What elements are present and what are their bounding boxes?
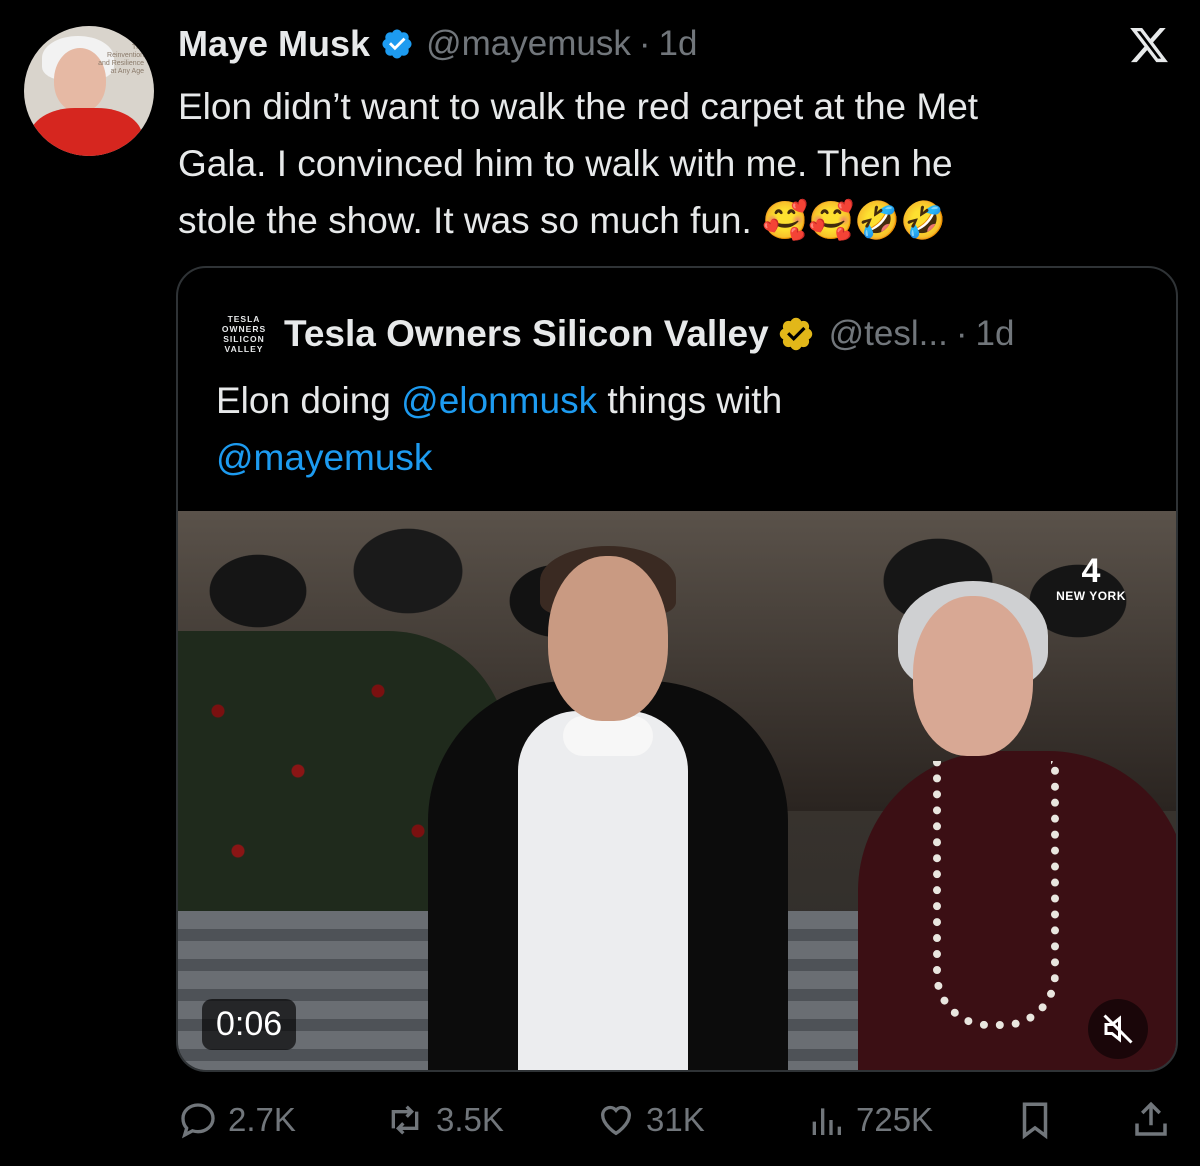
views-button[interactable]: 725K — [806, 1094, 933, 1146]
author-name[interactable]: Maye Musk — [178, 23, 370, 65]
channel-city: NEW YORK — [1056, 589, 1126, 603]
avatar-book-line: and Resilience — [98, 60, 144, 67]
x-logo-icon — [1130, 27, 1168, 63]
tweet-text: Elon didn’t want to walk the red carpet … — [178, 78, 1178, 249]
channel-watermark: 4 NEW YORK — [1046, 553, 1136, 609]
quoted-tweet-time[interactable]: 1d — [975, 314, 1014, 354]
author-handle[interactable]: @mayemusk — [426, 24, 631, 64]
tweet-header: Maye Musk @mayemusk · 1d — [178, 22, 697, 66]
reply-icon — [181, 1103, 215, 1139]
quoted-text-line-1: Elon doing @elonmusk things with — [216, 372, 1136, 429]
video-person-bowtie — [563, 716, 653, 756]
tweet-text-line: stole the show. It was so much fun. 🥰🥰🤣🤣 — [178, 200, 947, 241]
views-count: 725K — [856, 1101, 934, 1138]
logo-line: SILICON — [223, 334, 265, 344]
repost-icon — [391, 1105, 419, 1135]
views-icon — [812, 1108, 841, 1135]
quoted-author-name[interactable]: Tesla Owners Silicon Valley — [284, 313, 769, 355]
bookmark-icon — [1022, 1102, 1048, 1140]
quoted-tweet-text: Elon doing @elonmusk things with @mayemu… — [216, 372, 1136, 486]
video-person-2-head — [913, 596, 1033, 756]
header-separator: · — [638, 24, 651, 63]
action-bar: 2.7K 3.5K 31K 725K — [178, 1094, 1178, 1146]
video-player[interactable]: 4 NEW YORK 0:06 — [178, 511, 1176, 1070]
video-timestamp: 0:06 — [202, 999, 297, 1050]
tweet-text-line: Elon didn’t want to walk the red carpet … — [178, 86, 979, 127]
text-segment: things with — [597, 380, 783, 421]
avatar-coat — [30, 108, 142, 156]
video-person-shirt — [518, 711, 688, 1070]
mute-icon — [1103, 1014, 1133, 1044]
verified-badge-icon — [382, 29, 412, 59]
avatar-book-text: The Reinvention and Resilience at Any Ag… — [98, 44, 144, 76]
like-count: 31K — [646, 1101, 705, 1138]
quoted-tweet-header: TESLA OWNERS SILICON VALLEY Tesla Owners… — [216, 312, 1015, 356]
bookmark-button[interactable] — [1014, 1094, 1066, 1146]
channel-number: 4 — [1081, 552, 1101, 590]
tweet-text-line: Gala. I convinced him to walk with me. T… — [178, 143, 953, 184]
video-person-head — [548, 556, 668, 721]
mention-link[interactable]: @mayemusk — [216, 437, 432, 478]
tweet-time[interactable]: 1d — [658, 24, 697, 64]
avatar-book-line: Reinvention — [107, 52, 144, 59]
logo-line: TESLA — [227, 314, 261, 324]
reply-count: 2.7K — [228, 1101, 296, 1138]
like-icon — [600, 1105, 632, 1136]
quoted-author-avatar[interactable]: TESLA OWNERS SILICON VALLEY — [216, 312, 272, 356]
quoted-author-handle[interactable]: @tesl... — [829, 314, 948, 354]
logo-line: OWNERS — [221, 324, 267, 334]
reply-button[interactable]: 2.7K — [178, 1094, 296, 1146]
mention-link[interactable]: @elonmusk — [401, 380, 597, 421]
like-button[interactable]: 31K — [596, 1094, 705, 1146]
mute-button[interactable] — [1088, 999, 1148, 1059]
quoted-tweet[interactable]: TESLA OWNERS SILICON VALLEY Tesla Owners… — [176, 266, 1178, 1072]
video-pearl-necklace — [933, 761, 1059, 1029]
avatar-book-line: The — [131, 44, 144, 51]
share-icon — [1135, 1101, 1167, 1136]
author-avatar[interactable]: The Reinvention and Resilience at Any Ag… — [24, 26, 154, 156]
quoted-text-line-2: @mayemusk — [216, 429, 1136, 486]
logo-line: VALLEY — [224, 344, 264, 354]
text-segment: Elon doing — [216, 380, 402, 421]
repost-button[interactable]: 3.5K — [384, 1094, 504, 1146]
gold-verified-badge-icon — [779, 317, 812, 351]
avatar-book-line: at Any Age — [110, 68, 144, 75]
header-separator: · — [955, 314, 968, 353]
repost-count: 3.5K — [436, 1101, 504, 1138]
share-button[interactable] — [1130, 1094, 1182, 1146]
